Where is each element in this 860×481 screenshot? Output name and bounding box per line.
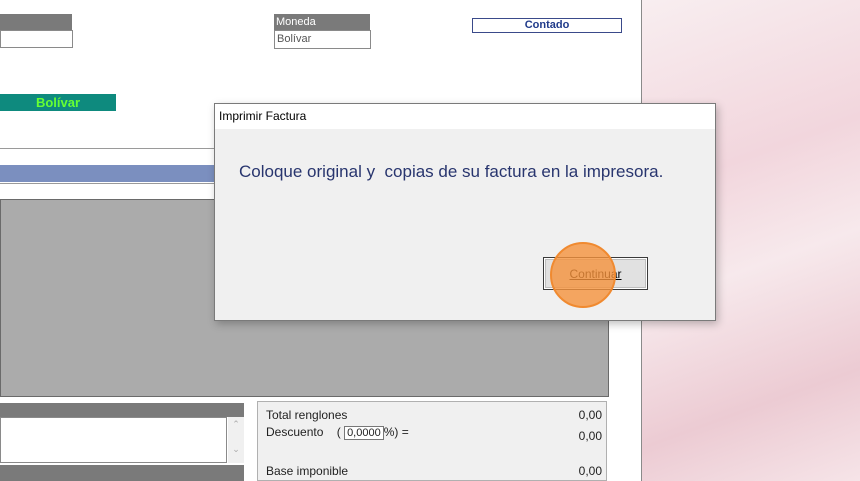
notes-header (0, 403, 244, 417)
descuento-percent-input[interactable]: 0,0000 (344, 426, 384, 440)
notes-footer (0, 465, 244, 481)
print-invoice-dialog: Imprimir Factura Coloque original y copi… (214, 103, 716, 321)
descuento-open-paren: ( (336, 425, 341, 439)
payment-condition: Contado (472, 18, 622, 33)
descuento-suffix: %) = (383, 425, 409, 439)
total-renglones-label: Total renglones (266, 408, 348, 422)
descuento-value: 0,00 (578, 429, 602, 443)
totals-panel: Total renglones 0,00 Descuento ( 0,0000%… (257, 401, 607, 481)
dialog-title: Imprimir Factura (219, 109, 307, 123)
total-renglones-row: Total renglones 0,00 (266, 408, 602, 422)
descuento-label: Descuento (266, 425, 324, 439)
notes-scrollbar[interactable]: ⌃ ⌄ (228, 417, 244, 463)
field-input-left[interactable] (0, 30, 73, 48)
notes-textarea[interactable] (0, 417, 227, 463)
continue-button-label: Continuar (569, 266, 622, 281)
total-renglones-value: 0,00 (578, 408, 602, 422)
base-imponible-value: 0,00 (578, 464, 602, 478)
dialog-titlebar[interactable]: Imprimir Factura (215, 104, 715, 129)
moneda-label: Moneda (274, 14, 370, 30)
scroll-down-icon[interactable]: ⌄ (228, 444, 244, 455)
scroll-up-icon[interactable]: ⌃ (228, 419, 244, 430)
currency-badge: Bolívar (0, 94, 116, 111)
moneda-value: Bolívar (277, 33, 312, 45)
continue-button[interactable]: Continuar (543, 257, 648, 290)
dialog-message: Coloque original y copias de su factura … (239, 162, 664, 181)
base-imponible-label: Base imponible (266, 464, 349, 478)
field-header-left (0, 14, 72, 30)
descuento-row: Descuento ( 0,0000%) = 0,00 (266, 425, 602, 443)
moneda-field[interactable]: Bolívar (274, 30, 371, 49)
base-imponible-row: Base imponible 0,00 (266, 464, 602, 478)
